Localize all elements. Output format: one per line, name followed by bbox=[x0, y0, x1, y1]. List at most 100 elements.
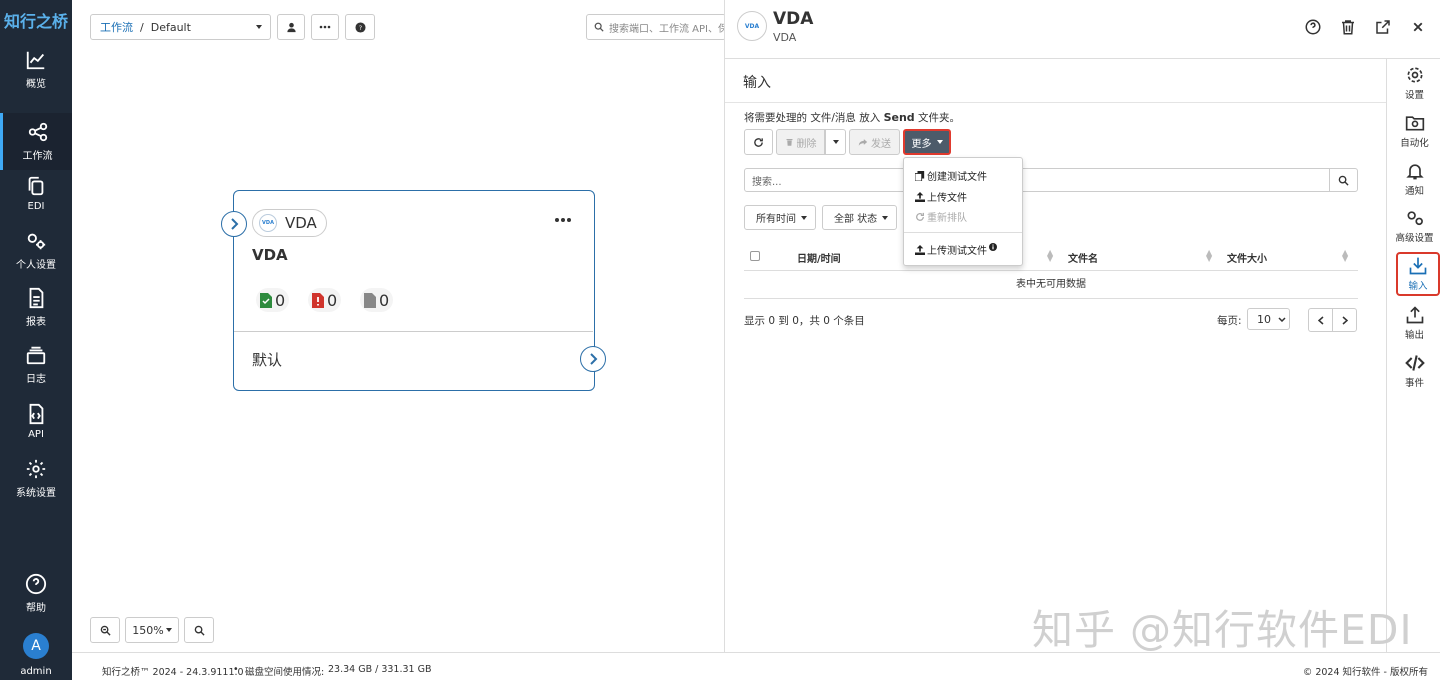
node-menu-button[interactable] bbox=[554, 213, 572, 226]
rnav-automation[interactable]: 自动化 bbox=[1387, 113, 1440, 157]
nav-label: 系统设置 bbox=[16, 488, 56, 499]
input-connector[interactable] bbox=[221, 211, 247, 237]
refresh-button[interactable] bbox=[744, 129, 773, 155]
search-button[interactable] bbox=[1329, 168, 1358, 192]
sort-icon[interactable]: ▲ ▼ bbox=[1342, 249, 1348, 263]
rnav-settings[interactable]: 设置 bbox=[1387, 65, 1440, 109]
rnav-input[interactable]: 输入 bbox=[1396, 252, 1440, 296]
rnav-label: 事件 bbox=[1404, 378, 1424, 389]
nav-workflow[interactable]: 工作流 bbox=[0, 113, 72, 170]
rnav-notifications[interactable]: 通知 bbox=[1387, 161, 1440, 205]
more-actions-button[interactable]: 更多 bbox=[903, 129, 951, 155]
error-count[interactable]: 0 bbox=[308, 288, 342, 312]
watermark: 知乎 @知行软件EDI bbox=[1032, 606, 1413, 654]
upload-icon bbox=[915, 244, 925, 255]
delete-button[interactable]: 删除 bbox=[776, 129, 825, 155]
avatar[interactable]: A bbox=[23, 633, 49, 659]
chevron-down-icon bbox=[801, 215, 807, 220]
ellipsis-icon bbox=[319, 25, 331, 29]
username: admin bbox=[20, 666, 52, 677]
menu-item-create-test-file[interactable]: 创建测试文件 bbox=[915, 168, 987, 183]
nav-api[interactable]: API bbox=[0, 393, 72, 450]
status-filter-dropdown[interactable]: 全部 状态 bbox=[822, 205, 897, 230]
ellipsis-icon bbox=[555, 218, 571, 222]
delete-dropdown-button[interactable] bbox=[825, 129, 846, 155]
nav-help[interactable]: 帮助 bbox=[0, 565, 72, 622]
chevron-down-icon bbox=[882, 215, 889, 220]
button-label: 删除 bbox=[796, 138, 817, 150]
pending-count[interactable]: 0 bbox=[360, 288, 394, 312]
zoom-level-select[interactable]: 150% bbox=[125, 617, 179, 643]
column-header-filename[interactable]: 文件名 bbox=[1068, 250, 1098, 265]
nav-label: 概览 bbox=[26, 79, 46, 90]
rnav-output[interactable]: 输出 bbox=[1387, 305, 1440, 349]
search-placeholder: 搜索... bbox=[752, 176, 782, 188]
drawer-right-nav: 设置 自动化 通知 高级设置 输入 输出 事件 bbox=[1386, 59, 1440, 652]
user-button[interactable] bbox=[277, 14, 305, 40]
bell-icon bbox=[1405, 164, 1424, 180]
select-all-checkbox[interactable] bbox=[750, 251, 760, 261]
info-icon[interactable] bbox=[989, 242, 997, 251]
column-header-datetime[interactable]: 日期/时间 bbox=[797, 250, 841, 265]
more-options-button[interactable] bbox=[311, 14, 339, 40]
sort-icon[interactable]: ▲ ▼ bbox=[1206, 249, 1212, 263]
chevron-down-icon bbox=[165, 628, 172, 632]
nav-system-settings[interactable]: 系统设置 bbox=[0, 450, 72, 507]
zoom-out-icon bbox=[100, 625, 111, 636]
help-button[interactable]: ? bbox=[345, 14, 375, 40]
user-gears-icon bbox=[27, 233, 46, 250]
nav-label: EDI bbox=[27, 201, 45, 212]
zoom-in-icon bbox=[194, 625, 205, 636]
copy-icon bbox=[915, 170, 925, 181]
share-nodes-icon bbox=[28, 122, 47, 142]
chevron-down-icon bbox=[256, 25, 262, 29]
column-header-filesize[interactable]: 文件大小 bbox=[1227, 250, 1267, 265]
workflow-node-card[interactable]: VDA VDA VDA 0 0 0 默认 bbox=[221, 190, 606, 391]
zoom-out-button[interactable] bbox=[90, 617, 120, 643]
drawer-header: VDA VDA VDA bbox=[725, 0, 1440, 59]
file-search-input[interactable]: 搜索... bbox=[744, 168, 1330, 192]
per-page-select[interactable]: 10 bbox=[1247, 308, 1290, 330]
help-circle-icon[interactable] bbox=[1304, 18, 1322, 36]
next-page-button[interactable] bbox=[1332, 308, 1357, 332]
hint-text: 将需要处理的 文件/消息 放入 bbox=[744, 112, 881, 124]
output-connector[interactable] bbox=[580, 346, 606, 372]
menu-item-upload-file[interactable]: 上传文件 bbox=[915, 189, 967, 204]
zoom-value: 150% bbox=[132, 623, 164, 637]
rnav-label: 输出 bbox=[1404, 330, 1424, 341]
nav-overview[interactable]: 概览 bbox=[0, 41, 72, 98]
node-footer-label: 默认 bbox=[252, 351, 283, 369]
trash-icon[interactable] bbox=[1339, 18, 1357, 36]
hint-text: 文件夹。 bbox=[918, 112, 960, 124]
card-divider bbox=[234, 331, 593, 332]
workflow-selector[interactable]: 工作流 / Default bbox=[90, 14, 271, 40]
menu-item-label: 上传测试文件 bbox=[927, 246, 987, 257]
sort-icon[interactable]: ▲ ▼ bbox=[1047, 249, 1053, 263]
zoom-in-button[interactable] bbox=[184, 617, 214, 643]
rnav-events[interactable]: 事件 bbox=[1387, 353, 1440, 397]
app-logo[interactable]: 知行之桥 bbox=[4, 8, 68, 32]
menu-item-upload-test-file[interactable]: 上传测试文件 bbox=[915, 242, 999, 257]
close-icon[interactable] bbox=[1409, 18, 1427, 36]
refresh-icon bbox=[916, 212, 924, 221]
breadcrumb-link[interactable]: 工作流 bbox=[100, 19, 133, 35]
nav-label: 个人设置 bbox=[16, 260, 56, 271]
success-count[interactable]: 0 bbox=[256, 288, 290, 312]
node-title: VDA bbox=[252, 246, 288, 264]
nav-reports[interactable]: 报表 bbox=[0, 279, 72, 336]
time-filter-dropdown[interactable]: 所有时间 bbox=[744, 205, 816, 230]
search-input[interactable]: 搜索端口、工作流 API、保 bbox=[586, 14, 726, 40]
send-button[interactable]: 发送 bbox=[849, 129, 900, 155]
version-text: 知行之桥™ 2024 - 24.3.9111.0 bbox=[102, 667, 244, 678]
separator-dot: • bbox=[233, 664, 239, 675]
external-link-icon[interactable] bbox=[1374, 18, 1392, 36]
menu-item-requeue[interactable]: 重新排队 bbox=[915, 209, 967, 224]
vda-logo-icon: VDA bbox=[737, 11, 767, 41]
nav-edi[interactable]: EDI bbox=[0, 165, 72, 222]
rnav-advanced-settings[interactable]: 高级设置 bbox=[1387, 208, 1440, 252]
nav-logs[interactable]: 日志 bbox=[0, 336, 72, 393]
stat-value: 0 bbox=[275, 290, 286, 310]
trash-icon bbox=[786, 139, 792, 146]
nav-personal-settings[interactable]: 个人设置 bbox=[0, 222, 72, 279]
prev-page-button[interactable] bbox=[1308, 308, 1333, 332]
